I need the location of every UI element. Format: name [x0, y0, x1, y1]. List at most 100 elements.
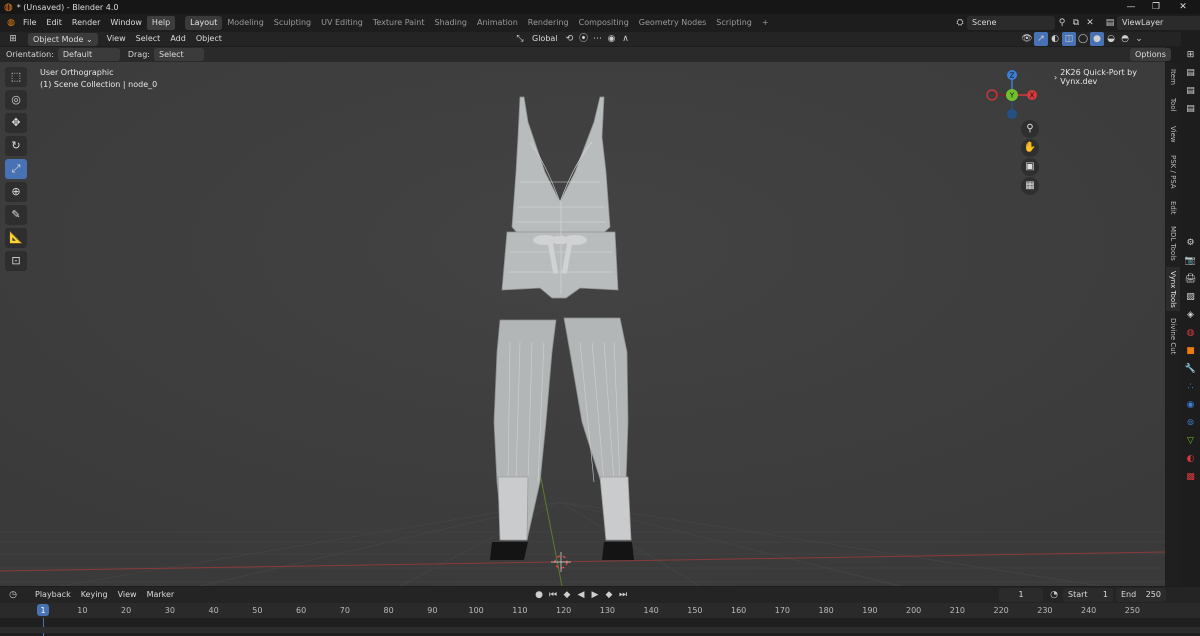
panel-options-icon[interactable]: ▤ [1184, 102, 1198, 116]
material-shading-icon[interactable]: ◒ [1104, 32, 1118, 46]
pan-hand-icon[interactable]: ✋ [1021, 139, 1039, 157]
proportional-edit-icon[interactable]: ◉ [605, 32, 619, 46]
tab-animation[interactable]: Animation [472, 16, 523, 30]
header-menu-object[interactable]: Object [191, 32, 227, 46]
jump-end-icon[interactable]: ⏭ [616, 588, 630, 602]
timeline-menu-keying[interactable]: Keying [76, 588, 113, 602]
new-scene-icon[interactable]: ⧉ [1069, 16, 1083, 30]
play-reverse-icon[interactable]: ◀ [574, 588, 588, 602]
add-panel-icon[interactable]: ⊞ [1184, 48, 1198, 62]
view-layer-icon[interactable]: ▤ [1103, 16, 1117, 30]
next-keyframe-icon[interactable]: ◆ [602, 588, 616, 602]
header-menu-view[interactable]: View [102, 32, 131, 46]
header-menu-select[interactable]: Select [131, 32, 166, 46]
tab-texture-paint[interactable]: Texture Paint [368, 16, 430, 30]
measure-tool-icon[interactable]: 📐 [5, 228, 27, 248]
header-menu-add[interactable]: Add [165, 32, 191, 46]
move-tool-icon[interactable]: ✥ [5, 113, 27, 133]
sidebar-tab-divine-cut[interactable]: Divine Cut [1166, 315, 1180, 357]
output-properties-icon[interactable]: 🖨 [1184, 272, 1198, 286]
world-properties-icon[interactable]: ◍ [1184, 326, 1198, 340]
tab-shading[interactable]: Shading [429, 16, 472, 30]
jump-start-icon[interactable]: ⏮ [546, 588, 560, 602]
overlay-icon[interactable]: ◐ [1048, 32, 1062, 46]
timeline-editor-icon[interactable]: ◷ [6, 588, 20, 602]
sidebar-tab-psk-psa[interactable]: PSK / PSA [1166, 150, 1180, 194]
prev-keyframe-icon[interactable]: ◆ [560, 588, 574, 602]
add-workspace-button[interactable]: + [757, 16, 774, 30]
transform-tool-icon[interactable]: ⊕ [5, 182, 27, 202]
shading-options-icon[interactable]: ⌄ [1132, 32, 1146, 46]
scale-tool-icon[interactable]: ⤢ [5, 159, 27, 179]
stopwatch-icon[interactable]: ◔ [1047, 588, 1061, 602]
data-properties-icon[interactable]: ▽ [1184, 434, 1198, 448]
pivot-icon[interactable]: ⟲ [563, 32, 577, 46]
delete-scene-icon[interactable]: ✕ [1083, 16, 1097, 30]
view-layer-field[interactable]: ViewLayer [1117, 16, 1200, 30]
close-button[interactable]: ✕ [1172, 0, 1194, 14]
menu-help[interactable]: Help [146, 16, 176, 30]
snap-icon[interactable]: ⦿ [577, 32, 591, 46]
current-frame-field[interactable]: 1 [999, 588, 1043, 602]
end-frame-field[interactable]: End 250 [1116, 588, 1166, 602]
rotate-tool-icon[interactable]: ↻ [5, 136, 27, 156]
orientation-dropdown[interactable]: Default [57, 48, 120, 61]
visibility-icon[interactable]: 👁 [1020, 32, 1034, 46]
add-cube-tool-icon[interactable]: ⊡ [5, 251, 27, 271]
sidebar-tab-view[interactable]: View [1166, 122, 1180, 146]
render-properties-icon[interactable]: 📷 [1184, 254, 1198, 268]
physics-properties-icon[interactable]: ◉ [1184, 398, 1198, 412]
object-properties-icon[interactable]: ■ [1184, 344, 1198, 358]
material-properties-icon[interactable]: ◐ [1184, 452, 1198, 466]
scene-field[interactable]: Scene [967, 16, 1055, 30]
minimize-button[interactable]: — [1120, 0, 1142, 14]
constraints-properties-icon[interactable]: ⊚ [1184, 416, 1198, 430]
menu-edit[interactable]: Edit [41, 16, 67, 30]
modifier-properties-icon[interactable]: 🔧 [1184, 362, 1198, 376]
editor-type-icon[interactable]: ⊞ [6, 32, 20, 46]
scene-icon[interactable]: ⛭ [953, 16, 967, 30]
menu-window[interactable]: Window [105, 16, 147, 30]
timeline-track[interactable] [0, 618, 1200, 636]
tab-uv-editing[interactable]: UV Editing [316, 16, 368, 30]
tab-modeling[interactable]: Modeling [222, 16, 268, 30]
addon-panel-header[interactable]: › 2K26 Quick-Port by Vynx.dev [1054, 68, 1165, 86]
sidebar-tab-vynx-tools[interactable]: Vynx Tools [1166, 267, 1180, 311]
snap-target-icon[interactable]: ⋯ [591, 32, 605, 46]
falloff-icon[interactable]: ∧ [619, 32, 633, 46]
xray-icon[interactable]: ◫ [1062, 32, 1076, 46]
wireframe-icon[interactable]: ◯ [1076, 32, 1090, 46]
panel-menu-icon[interactable]: ▤ [1184, 66, 1198, 80]
sidebar-tab-item[interactable]: Item [1166, 66, 1180, 88]
texture-properties-icon[interactable]: ▩ [1184, 470, 1198, 484]
view-layer-properties-icon[interactable]: ▨ [1184, 290, 1198, 304]
maximize-button[interactable]: ❐ [1145, 0, 1167, 14]
sidebar-tab-mdl-tools[interactable]: MDL Tools [1166, 222, 1180, 264]
record-icon[interactable]: ● [532, 588, 546, 602]
zoom-icon[interactable]: ⚲ [1021, 120, 1039, 138]
tab-compositing[interactable]: Compositing [574, 16, 634, 30]
rendered-shading-icon[interactable]: ◓ [1118, 32, 1132, 46]
select-tool-icon[interactable]: ⬚ [5, 67, 27, 87]
timeline-menu-marker[interactable]: Marker [142, 588, 180, 602]
sidebar-tab-edit[interactable]: Edit [1166, 197, 1180, 219]
transform-orientation-dropdown[interactable]: Global [527, 32, 563, 46]
tab-geometry-nodes[interactable]: Geometry Nodes [634, 16, 711, 30]
solid-shading-icon[interactable]: ● [1090, 32, 1104, 46]
tab-layout[interactable]: Layout [185, 16, 223, 30]
timeline-ruler[interactable]: 1 10 20 30 40 50 60 70 80 90 100 110 120 130 140 150 160… [0, 603, 1200, 618]
tool-properties-icon[interactable]: ⚙ [1184, 236, 1198, 250]
annotate-tool-icon[interactable]: ✎ [5, 205, 27, 225]
tab-rendering[interactable]: Rendering [523, 16, 574, 30]
timeline-scrollbar[interactable] [0, 627, 1200, 633]
menu-render[interactable]: Render [67, 16, 105, 30]
drag-dropdown[interactable]: Select Box [153, 48, 204, 72]
play-icon[interactable]: ▶ [588, 588, 602, 602]
gizmo-toggle-icon[interactable]: ↗ [1034, 32, 1048, 46]
grid-view-icon[interactable]: ▦ [1021, 177, 1039, 195]
tab-sculpting[interactable]: Sculpting [269, 16, 316, 30]
pin-icon[interactable]: ⚲ [1055, 16, 1069, 30]
cursor-tool-icon[interactable]: ◎ [5, 90, 27, 110]
panel-list-icon[interactable]: ▤ [1184, 84, 1198, 98]
blender-menu-icon[interactable]: ◍ [4, 16, 18, 30]
